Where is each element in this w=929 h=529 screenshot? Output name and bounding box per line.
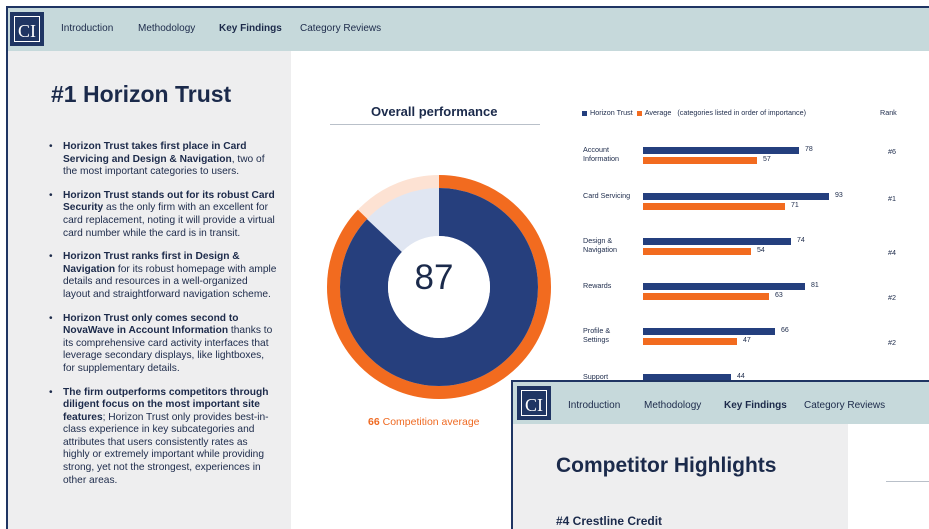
legend-note: (categories listed in order of importanc… [677, 108, 807, 117]
bar-value: 54 [757, 247, 765, 254]
competition-label: Competition average [382, 416, 480, 428]
bar-value: 63 [775, 292, 783, 299]
bar-average [643, 203, 785, 210]
bar-horizon [643, 328, 775, 335]
overlay-logo[interactable]: CI [517, 386, 551, 420]
legend-horizon: Horizon Trust [590, 108, 633, 117]
findings-panel: #1 Horizon Trust Horizon Trust takes fir… [8, 51, 291, 529]
category-label: Profile & Settings [583, 326, 611, 344]
overlay-nav-key-findings[interactable]: Key Findings [724, 400, 787, 411]
bar-value: 81 [811, 282, 819, 289]
bar-value: 78 [805, 146, 813, 153]
category-label: Design & Navigation [583, 236, 617, 254]
page-title: #1 Horizon Trust [51, 81, 232, 107]
overlay-title: Competitor Highlights [556, 454, 777, 477]
finding-highlight: Horizon Trust takes first place in Card … [63, 141, 247, 165]
rank-value: #2 [888, 338, 896, 347]
overlay-nav-methodology[interactable]: Methodology [644, 400, 701, 411]
bar-value: 57 [763, 156, 771, 163]
overlay-subtitle: #4 Crestline Credit [556, 514, 663, 528]
overlay-nav-category-reviews[interactable]: Category Reviews [804, 400, 885, 411]
bar-value: 71 [791, 202, 799, 209]
divider [330, 124, 540, 125]
logo-text: CI [14, 16, 40, 42]
rank-header: Rank [880, 108, 897, 117]
bar-value: 74 [797, 237, 805, 244]
overlay-logo-text: CI [521, 390, 547, 416]
performance-title: Overall performance [371, 104, 498, 119]
competition-average: 66 Competition average [368, 416, 480, 428]
nav-key-findings[interactable]: Key Findings [219, 23, 282, 34]
bar-average [643, 338, 737, 345]
top-nav: CI Introduction Methodology Key Findings… [8, 8, 929, 51]
bar-horizon [643, 283, 805, 290]
nav-methodology[interactable]: Methodology [138, 23, 195, 34]
overlay-slide[interactable]: CI Introduction Methodology Key Findings… [511, 380, 929, 529]
nav-introduction[interactable]: Introduction [61, 23, 113, 34]
overlay-nav-introduction[interactable]: Introduction [568, 400, 620, 411]
category-label: Card Servicing [583, 191, 631, 200]
rank-value: #6 [888, 147, 896, 156]
competition-value: 66 [368, 416, 380, 428]
chart-legend: Horizon Trust Average (categories listed… [582, 108, 806, 117]
overlay-left-panel: Competitor Highlights #4 Crestline Credi… [513, 424, 848, 529]
bar-average [643, 293, 769, 300]
bar-average [643, 248, 751, 255]
bar-average [643, 157, 757, 164]
category-label: Account Information [583, 145, 619, 163]
finding-item: The firm outperforms competitors through… [47, 387, 277, 488]
findings-list: Horizon Trust takes first place in Card … [47, 141, 277, 498]
rank-value: #1 [888, 194, 896, 203]
overlay-divider [886, 481, 929, 482]
finding-item: Horizon Trust ranks first in Design & Na… [47, 251, 277, 301]
bar-horizon [643, 147, 799, 154]
legend-swatch-horizon [582, 110, 587, 116]
finding-item: Horizon Trust takes first place in Card … [47, 141, 277, 179]
logo[interactable]: CI [10, 12, 44, 46]
bar-value: 47 [743, 337, 751, 344]
category-label: Rewards [583, 281, 612, 290]
overall-score: 87 [414, 258, 454, 297]
bar-value: 44 [737, 373, 745, 380]
finding-item: Horizon Trust stands out for its robust … [47, 190, 277, 240]
legend-average: Average [644, 108, 672, 117]
nav-category-reviews[interactable]: Category Reviews [300, 23, 381, 34]
bar-horizon [643, 238, 791, 245]
bar-value: 93 [835, 192, 843, 199]
rank-value: #4 [888, 248, 896, 257]
bar-value: 66 [781, 327, 789, 334]
overlay-top-nav: CI Introduction Methodology Key Findings… [513, 382, 929, 424]
finding-item: Horizon Trust only comes second to NovaW… [47, 313, 277, 376]
rank-value: #2 [888, 293, 896, 302]
bar-horizon [643, 193, 829, 200]
finding-highlight: Horizon Trust only comes second to NovaW… [63, 312, 239, 337]
legend-swatch-average [636, 110, 642, 116]
